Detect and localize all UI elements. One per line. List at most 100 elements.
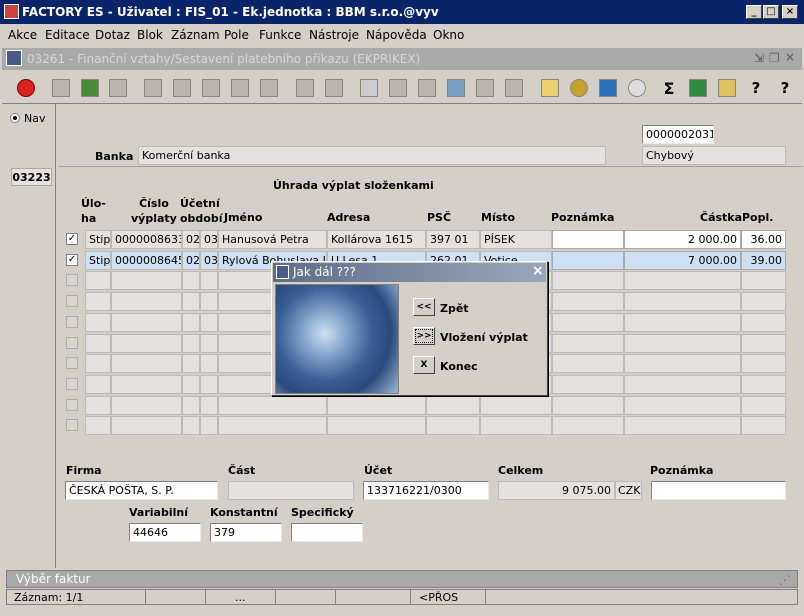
table-cell-jmeno[interactable]: Hanusová Petra [218, 230, 327, 249]
table-cell-cislo[interactable] [111, 292, 182, 311]
table-cell-m[interactable] [182, 416, 200, 435]
table-cell-poznamka[interactable] [552, 416, 624, 435]
table-cell-poznamka[interactable] [552, 396, 624, 415]
table-cell-m[interactable] [182, 334, 200, 353]
form-restore-icon[interactable]: ❐ [769, 51, 780, 65]
table-cell-popl[interactable] [741, 271, 786, 290]
columns-icon[interactable] [502, 76, 526, 100]
copy-icon[interactable] [386, 76, 410, 100]
variabilni-field[interactable]: 44646 [129, 523, 201, 542]
table-cell-jmeno[interactable] [218, 416, 327, 435]
find-icon[interactable] [444, 76, 468, 100]
table-cell-castka[interactable] [624, 375, 741, 394]
table-cell-poznamka[interactable] [552, 375, 624, 394]
table-cell-m[interactable] [182, 313, 200, 332]
row-checkbox[interactable]: ✓ [66, 233, 78, 245]
menu-zaznam[interactable]: Záznam [171, 28, 220, 42]
menu-okno[interactable]: Okno [433, 28, 464, 42]
report-icon[interactable] [715, 76, 739, 100]
table-cell-uloha[interactable] [85, 313, 111, 332]
table-cell-popl[interactable]: 36.00 [741, 230, 786, 249]
table-cell-m[interactable] [182, 271, 200, 290]
insert-payments-button-icon[interactable]: >> [413, 327, 435, 345]
table-cell-y[interactable] [200, 416, 218, 435]
delete-record-icon[interactable] [106, 76, 130, 100]
table-cell-popl[interactable]: 39.00 [741, 251, 786, 270]
table-cell-castka[interactable]: 2 000.00 [624, 230, 741, 249]
menu-napoveda[interactable]: Nápověda [366, 28, 427, 42]
table-cell-misto[interactable] [480, 396, 552, 415]
row-checkbox[interactable] [66, 295, 78, 307]
excel-icon[interactable] [686, 76, 710, 100]
firma-field[interactable]: ČESKÁ POŠTA, S. P. [65, 481, 218, 500]
settings-icon[interactable] [567, 76, 591, 100]
row-checkbox[interactable] [66, 399, 78, 411]
end-button[interactable]: Konec [440, 360, 478, 373]
table-cell-uloha[interactable] [85, 292, 111, 311]
table-cell-m[interactable]: 02 [182, 251, 200, 270]
phone-icon[interactable] [625, 76, 649, 100]
table-cell-poznamka[interactable] [552, 334, 624, 353]
chart-icon[interactable] [596, 76, 620, 100]
table-cell-popl[interactable] [741, 313, 786, 332]
nav-radio[interactable] [10, 113, 20, 123]
add-record-icon[interactable] [49, 76, 73, 100]
celkem-field[interactable]: 9 075.00 [498, 481, 615, 500]
menu-editace[interactable]: Editace [45, 28, 90, 42]
table-cell-jmeno[interactable] [218, 396, 327, 415]
sort-desc-icon[interactable] [228, 76, 252, 100]
table-cell-misto[interactable]: PÍSEK [480, 230, 552, 249]
table-cell-uloha[interactable]: Stipe [85, 251, 111, 270]
insert-payments-button[interactable]: Vložení výplat [440, 331, 528, 344]
form-minimize-icon[interactable]: ⇲ [754, 51, 764, 65]
row-checkbox[interactable]: ✓ [66, 254, 78, 266]
row-checkbox[interactable] [66, 357, 78, 369]
table-cell-misto[interactable] [480, 416, 552, 435]
context-help-icon[interactable]: ? [773, 76, 797, 100]
table-cell-popl[interactable] [741, 375, 786, 394]
konstantni-field[interactable]: 379 [210, 523, 282, 542]
paste-icon[interactable] [415, 76, 439, 100]
table-cell-popl[interactable] [741, 354, 786, 373]
sort-asc-icon[interactable] [199, 76, 223, 100]
table-cell-castka[interactable] [624, 271, 741, 290]
menu-pole[interactable]: Pole [224, 28, 249, 42]
table-cell-cislo[interactable] [111, 416, 182, 435]
table-cell-y[interactable]: 03 [200, 251, 218, 270]
table-cell-adresa[interactable]: Kollárova 1615 [327, 230, 426, 249]
table-cell-m[interactable] [182, 354, 200, 373]
table-cell-cislo[interactable] [111, 334, 182, 353]
query-icon[interactable] [141, 76, 165, 100]
table-cell-castka[interactable] [624, 354, 741, 373]
table-cell-uloha[interactable] [85, 396, 111, 415]
end-button-icon[interactable]: X [413, 356, 435, 374]
sum-icon[interactable]: Σ [657, 76, 681, 100]
menu-akce[interactable]: Akce [8, 28, 37, 42]
table-cell-cislo[interactable]: 0000008645 [111, 251, 182, 270]
menu-dotaz[interactable]: Dotaz [95, 28, 130, 42]
table-cell-cislo[interactable] [111, 375, 182, 394]
print-icon[interactable] [293, 76, 317, 100]
table-cell-poznamka[interactable] [552, 354, 624, 373]
execute-query-icon[interactable] [170, 76, 194, 100]
resize-grip-icon[interactable]: ⋰ [779, 573, 791, 587]
table-cell-popl[interactable] [741, 416, 786, 435]
table-cell-cislo[interactable] [111, 354, 182, 373]
banka-field[interactable]: Komerční banka [138, 146, 606, 165]
table-cell-popl[interactable] [741, 396, 786, 415]
table-cell-m[interactable] [182, 396, 200, 415]
menu-blok[interactable]: Blok [137, 28, 163, 42]
table-cell-y[interactable] [200, 396, 218, 415]
table-cell-castka[interactable] [624, 416, 741, 435]
table-cell-cislo[interactable] [111, 313, 182, 332]
table-cell-adresa[interactable] [327, 396, 426, 415]
table-cell-castka[interactable] [624, 313, 741, 332]
table-cell-poznamka[interactable] [552, 230, 624, 249]
table-cell-y[interactable] [200, 271, 218, 290]
table-cell-popl[interactable] [741, 292, 786, 311]
table-cell-castka[interactable] [624, 334, 741, 353]
menu-funkce[interactable]: Funkce [259, 28, 301, 42]
help-icon[interactable]: ? [744, 76, 768, 100]
table-cell-castka[interactable] [624, 292, 741, 311]
maximize-button[interactable]: □ [763, 5, 779, 19]
